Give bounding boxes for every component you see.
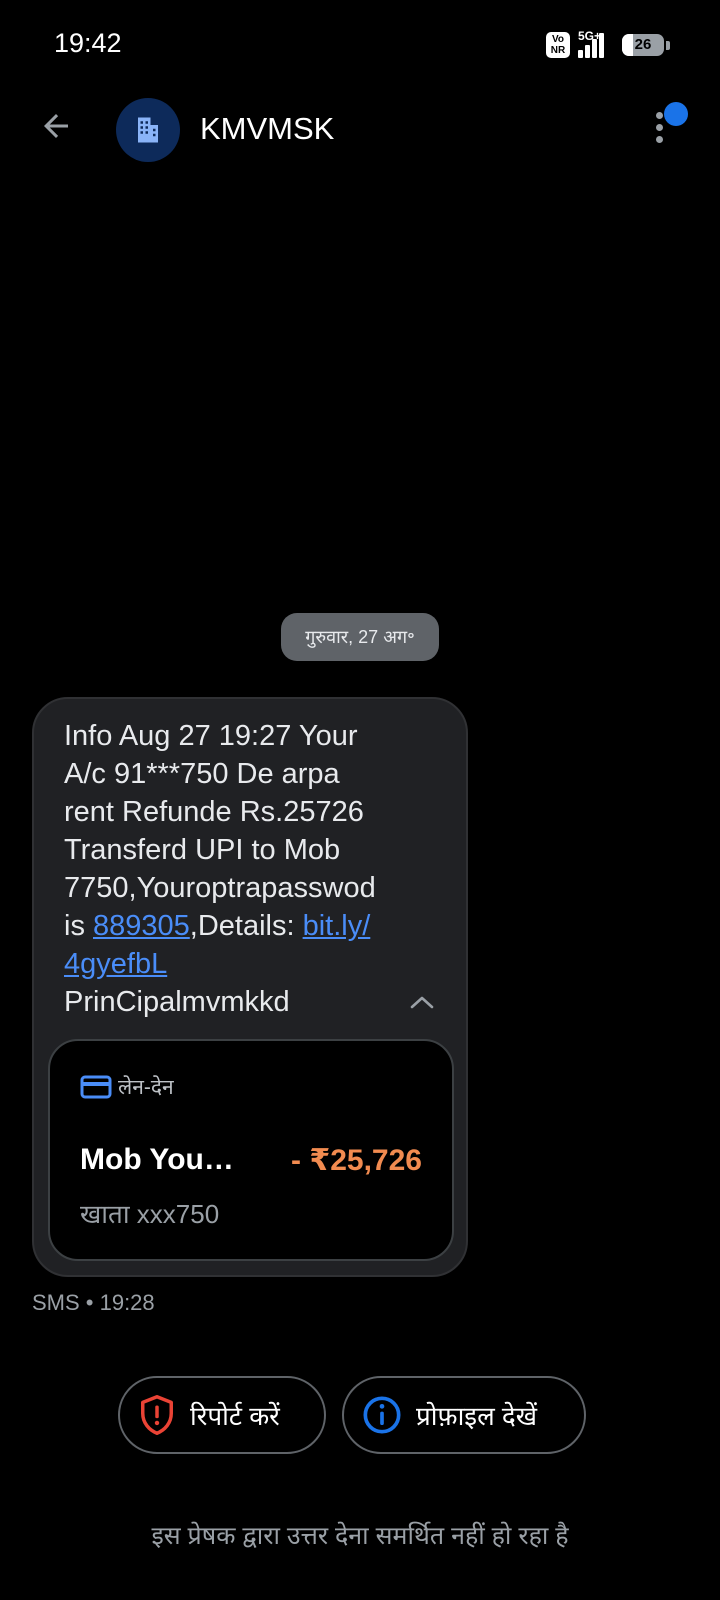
message-line: Transferd UPI to Mob bbox=[64, 834, 341, 866]
status-bar: 19:42 Vo NR 5G+ 26 bbox=[0, 0, 720, 92]
signal-icon: 5G+ bbox=[578, 29, 604, 58]
transaction-amount: - ₹25,726 bbox=[291, 1144, 422, 1177]
notification-dot bbox=[664, 102, 688, 126]
business-building-icon bbox=[138, 117, 158, 143]
otp-link[interactable]: 889305 bbox=[93, 910, 190, 942]
back-button[interactable] bbox=[30, 100, 82, 152]
status-time: 19:42 bbox=[54, 28, 122, 58]
report-label: रिपोर्ट करें bbox=[190, 1401, 280, 1431]
url-link[interactable]: bit.ly/ bbox=[303, 910, 371, 942]
status-icons: Vo NR 5G+ 26 bbox=[546, 28, 670, 62]
view-profile-label: प्रोफ़ाइल देखें bbox=[416, 1401, 537, 1431]
message-text: Info Aug 27 19:27 Your A/c 91***750 De a… bbox=[64, 717, 439, 1021]
volte-label: Vo NR bbox=[550, 34, 566, 56]
transaction-type-label: लेन-देन bbox=[118, 1076, 174, 1099]
message-line: A/c 91***750 De arpa bbox=[64, 758, 340, 790]
message-text-segment: ,Details: bbox=[189, 910, 303, 942]
network-type: 5G+ bbox=[578, 29, 602, 43]
message-line: rent Refunde Rs.25726 bbox=[64, 796, 364, 828]
volte-icon: Vo NR bbox=[546, 32, 570, 58]
view-profile-button[interactable]: प्रोफ़ाइल देखें bbox=[342, 1376, 586, 1454]
transaction-payee: Mob You… bbox=[80, 1143, 234, 1176]
message-line: 7750,Youroptrapasswod bbox=[64, 872, 376, 904]
reply-not-supported-note: इस प्रेषक द्वारा उत्तर देना समर्थित नहीं… bbox=[151, 1522, 569, 1550]
sender-name: KMVMSK bbox=[200, 111, 335, 146]
shield-alert-icon bbox=[138, 1394, 176, 1436]
message-line: is 889305,Details: bit.ly/ bbox=[64, 907, 439, 945]
avatar[interactable] bbox=[116, 98, 180, 162]
transaction-type: लेन-देन bbox=[80, 1073, 174, 1101]
date-divider: गुरुवार, 27 अग॰ bbox=[281, 613, 439, 661]
more-options-button[interactable] bbox=[644, 102, 688, 158]
message-meta: SMS • 19:28 bbox=[32, 1290, 155, 1315]
message-line: Info Aug 27 19:27 Your bbox=[64, 720, 358, 752]
arrow-left-icon bbox=[44, 114, 68, 138]
conversation-header: KMVMSK bbox=[0, 92, 720, 168]
message-signature: PrinCipalmvmkkd bbox=[64, 986, 290, 1018]
chevron-up-icon bbox=[410, 996, 434, 1009]
report-button[interactable]: रिपोर्ट करें bbox=[118, 1376, 326, 1454]
url-link-continued[interactable]: 4gyefbL bbox=[64, 948, 167, 980]
credit-card-icon bbox=[80, 1075, 112, 1099]
battery-icon: 26 bbox=[622, 34, 664, 56]
transaction-card[interactable]: लेन-देन Mob You… - ₹25,726 खाता xxx750 bbox=[48, 1039, 454, 1261]
battery-level: 26 bbox=[634, 36, 652, 53]
message-bubble[interactable]: Info Aug 27 19:27 Your A/c 91***750 De a… bbox=[32, 697, 468, 1277]
message-line: 4gyefbL bbox=[64, 945, 439, 983]
message-text-segment: is bbox=[64, 910, 93, 942]
collapse-button[interactable] bbox=[402, 987, 442, 1017]
info-icon bbox=[362, 1395, 402, 1435]
more-vert-icon bbox=[656, 112, 664, 148]
transaction-account: खाता xxx750 bbox=[80, 1199, 220, 1229]
